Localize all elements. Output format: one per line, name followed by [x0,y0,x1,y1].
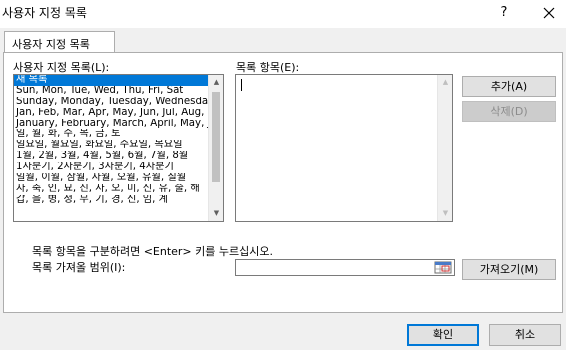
text-caret [241,79,242,91]
scroll-up-arrow-icon[interactable]: ▲ [209,75,223,90]
list-entries-scrollbar[interactable]: ▲ ▼ [437,75,452,221]
scroll-up-arrow-icon[interactable]: ▲ [438,75,453,90]
list-item[interactable]: Jan, Feb, Mar, Apr, May, Jun, Jul, Aug, … [14,108,210,119]
custom-lists-items: 새 목록 Sun, Mon, Tue, Wed, Thu, Fri, Sat Sun… [14,75,210,206]
list-item[interactable]: 1월, 2월, 3월, 4월, 5월, 6월, 7월, 8월 [14,151,210,162]
list-item[interactable]: Sunday, Monday, Tuesday, Wednesday, Thur… [14,97,210,108]
list-item[interactable]: 일월, 이월, 삼월, 사월, 오월, 유월, 칠월 [14,173,210,184]
tab-custom-lists[interactable]: 사용자 지정 목록 [4,31,115,53]
custom-lists-scrollbar[interactable]: ▲ ▼ [208,75,223,221]
list-item[interactable]: January, February, March, April, May, Ju… [14,119,210,130]
enter-hint: 목록 항목을 구분하려면 <Enter> 키를 누르십시오. [32,245,273,258]
list-item[interactable]: 갑, 을, 병, 정, 무, 기, 경, 신, 임, 계 [14,195,210,206]
list-item[interactable]: 일요일, 월요일, 화요일, 수요일, 목요일 [14,140,210,151]
custom-lists-listbox[interactable]: 새 목록 Sun, Mon, Tue, Wed, Thu, Fri, Sat Sun… [13,74,224,222]
help-button[interactable]: ? [494,3,514,23]
scroll-down-arrow-icon[interactable]: ▼ [209,206,223,221]
cancel-button[interactable]: 취소 [489,324,561,346]
title-bar: 사용자 지정 목록 ? [0,0,566,28]
list-entries-label: 목록 항목(E): [236,61,300,74]
scroll-down-arrow-icon[interactable]: ▼ [438,206,453,221]
import-button[interactable]: 가져오기(M) [462,259,556,280]
range-picker-icon[interactable] [433,261,453,274]
list-item[interactable]: 자, 축, 인, 묘, 진, 사, 오, 미, 신, 유, 술, 해 [14,184,210,195]
list-item[interactable]: 일, 월, 화, 수, 목, 금, 토 [14,129,210,140]
list-entries-textarea[interactable]: ▲ ▼ [235,74,453,222]
ok-button[interactable]: 확인 [407,324,479,346]
window-title: 사용자 지정 목록 [2,6,87,20]
list-item[interactable]: Sun, Mon, Tue, Wed, Thu, Fri, Sat [14,86,210,97]
close-button[interactable] [538,2,560,24]
list-item[interactable]: 1사분기, 2사분기, 3사분기, 4사분기 [14,162,210,173]
list-item[interactable]: 새 목록 [14,75,210,86]
scroll-thumb[interactable] [212,92,220,182]
custom-lists-label: 사용자 지정 목록(L): [13,61,110,74]
add-button[interactable]: 추가(A) [462,76,556,97]
import-range-input[interactable] [235,259,455,276]
import-range-label: 목록 가져올 범위(I): [32,261,126,274]
close-icon [543,7,555,19]
delete-button[interactable]: 삭제(D) [462,101,556,122]
